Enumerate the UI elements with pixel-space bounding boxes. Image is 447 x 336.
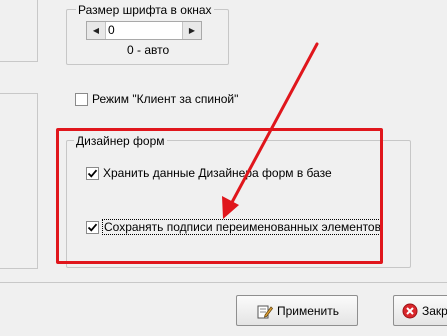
close-button-label: Закр (422, 303, 447, 318)
apply-button[interactable]: Применить (236, 295, 358, 326)
close-x-icon (402, 303, 418, 319)
apply-button-label: Применить (277, 303, 340, 318)
close-button[interactable]: Закр (393, 295, 447, 326)
bottom-separator (0, 282, 447, 283)
annotation-arrow-icon (222, 42, 319, 219)
apply-pencil-icon (257, 303, 273, 319)
